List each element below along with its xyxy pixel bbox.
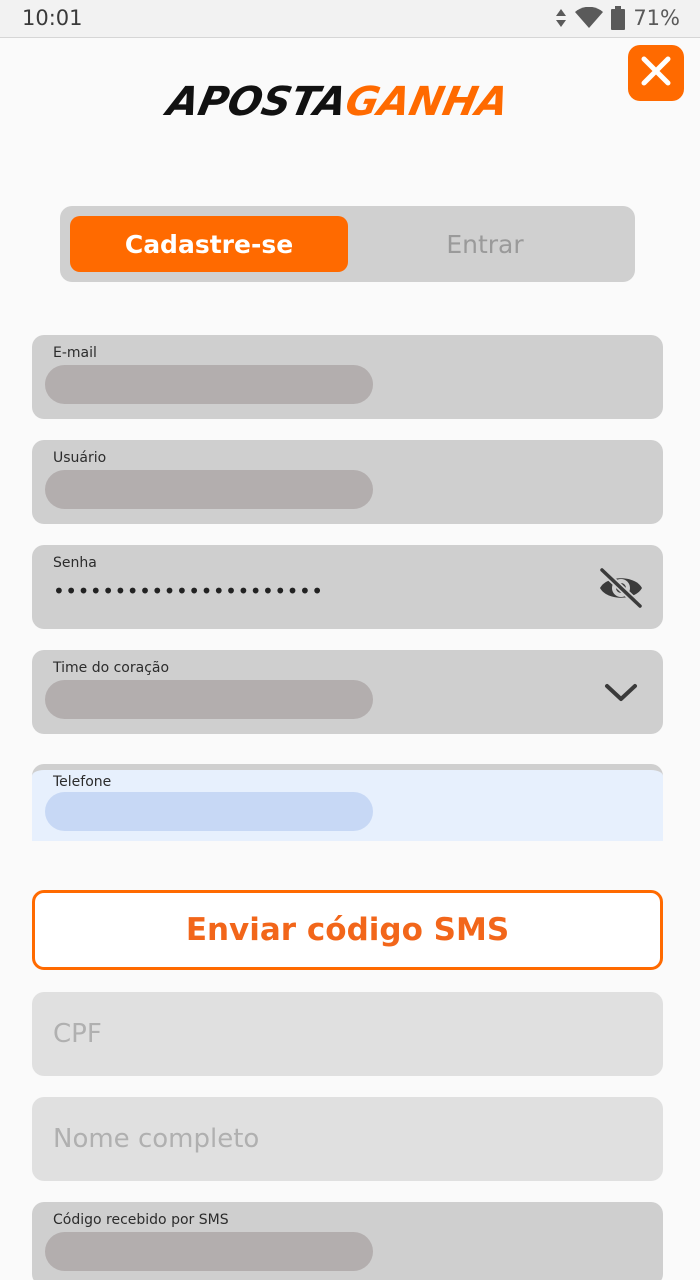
close-button[interactable] (628, 45, 684, 101)
username-field[interactable]: Usuário (32, 440, 663, 524)
brand-logo-part2: GANHA (341, 79, 513, 125)
team-label: Time do coração (53, 660, 170, 676)
sms-code-field[interactable]: Código recebido por SMS (32, 1202, 663, 1280)
phone-field[interactable]: Telefone (32, 764, 663, 841)
brand-logo: APOSTAGANHA (163, 78, 513, 126)
username-input[interactable] (45, 470, 373, 509)
auth-tabs: Cadastre-se Entrar (60, 206, 635, 282)
tab-signup[interactable]: Cadastre-se (70, 216, 348, 272)
tab-login[interactable]: Entrar (346, 216, 624, 272)
phone-input[interactable] (45, 792, 373, 831)
full-name-placeholder: Nome completo (53, 1124, 260, 1154)
battery-icon (611, 6, 626, 30)
sms-code-input[interactable] (45, 1232, 373, 1271)
battery-percent: 71% (633, 6, 680, 30)
team-select[interactable]: Time do coração (32, 650, 663, 734)
wifi-icon (575, 7, 604, 29)
status-bar: 10:01 71% (0, 0, 700, 38)
status-time: 10:01 (22, 6, 83, 30)
send-sms-code-button[interactable]: Enviar código SMS (32, 890, 663, 970)
sms-code-label: Código recebido por SMS (53, 1212, 229, 1228)
status-icons: 71% (555, 6, 680, 30)
password-field[interactable]: Senha •••••••••••••••••••••• (32, 545, 663, 629)
password-input[interactable]: •••••••••••••••••••••• (53, 581, 324, 601)
email-field[interactable]: E-mail (32, 335, 663, 419)
full-name-field[interactable]: Nome completo (32, 1097, 663, 1181)
data-arrows-icon (555, 8, 567, 28)
cpf-placeholder: CPF (53, 1019, 102, 1049)
team-select-value[interactable] (45, 680, 373, 719)
email-label: E-mail (53, 345, 97, 361)
eye-off-icon[interactable] (597, 567, 645, 609)
brand-logo-part1: APOSTA (163, 79, 352, 125)
email-input[interactable] (45, 365, 373, 404)
close-icon (640, 55, 672, 91)
phone-label: Telefone (53, 774, 112, 790)
password-label: Senha (53, 555, 97, 571)
cpf-field[interactable]: CPF (32, 992, 663, 1076)
username-label: Usuário (53, 450, 107, 466)
chevron-down-icon[interactable] (597, 672, 645, 714)
